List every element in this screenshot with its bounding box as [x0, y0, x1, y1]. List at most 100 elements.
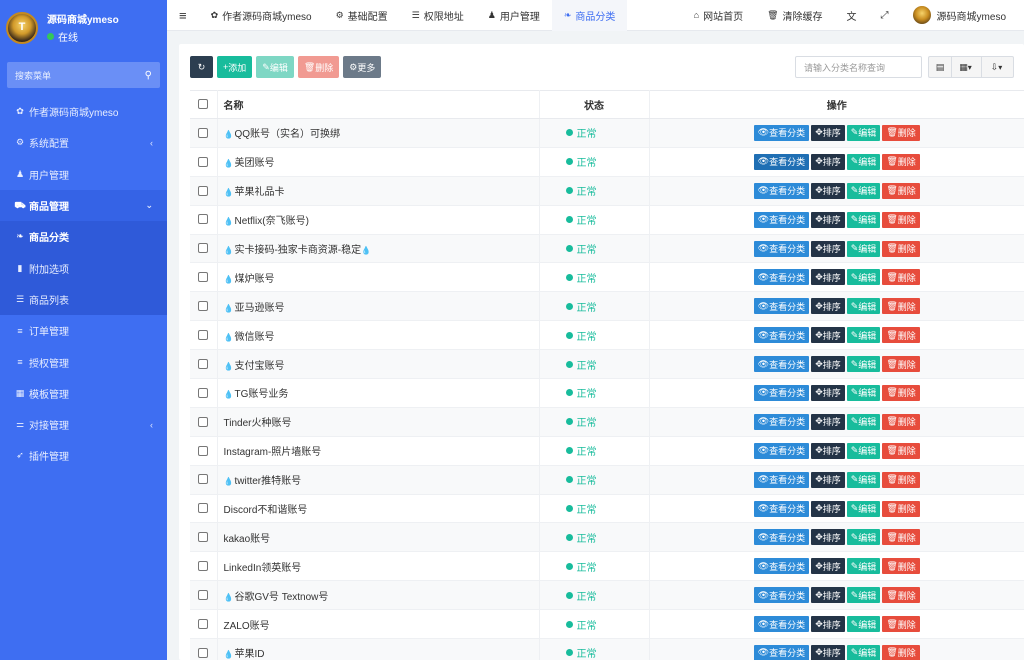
- select-all-checkbox[interactable]: [190, 90, 218, 119]
- clear-cache-button[interactable]: 🗑 清除缓存: [755, 0, 834, 31]
- view-button[interactable]: 👁 查看分类: [753, 529, 810, 546]
- table-row[interactable]: kakao账号 正常 👁 查看分类 ✥ 排序 ✎ 编辑 🗑 删除: [190, 522, 1024, 553]
- delete-button[interactable]: 🗑 删除: [882, 500, 920, 517]
- sidebar-item-6[interactable]: ☰ 商品列表: [0, 283, 167, 316]
- table-row[interactable]: LinkedIn领英账号 正常 👁 查看分类 ✥ 排序 ✎ 编辑 🗑 删除: [190, 551, 1024, 582]
- search-icon[interactable]: ⚲: [145, 70, 152, 81]
- delete-button[interactable]: 🗑 删除: [882, 356, 920, 373]
- sidebar-item-9[interactable]: ▦ 模板管理: [0, 378, 167, 409]
- row-checkbox[interactable]: [190, 522, 218, 553]
- row-checkbox[interactable]: [190, 494, 218, 524]
- row-checkbox[interactable]: [190, 205, 218, 235]
- table-row[interactable]: ZALO账号 正常 👁 查看分类 ✥ 排序 ✎ 编辑 🗑 删除: [190, 609, 1024, 640]
- fullscreen-icon[interactable]: ⤢: [869, 0, 901, 31]
- row-checkbox[interactable]: [190, 320, 218, 351]
- edit-button[interactable]: ✎ 编辑: [846, 182, 881, 199]
- view-button[interactable]: 👁 查看分类: [753, 211, 810, 228]
- sidebar-item-8[interactable]: ≡ 授权管理: [0, 346, 167, 377]
- export-icon[interactable]: ⇩ ▾: [982, 56, 1014, 78]
- delete-button[interactable]: 🗑 删除: [882, 182, 920, 199]
- row-checkbox[interactable]: [190, 349, 218, 380]
- view-button[interactable]: 👁 查看分类: [753, 471, 810, 488]
- sort-button[interactable]: ✥ 排序: [811, 616, 845, 633]
- menu-search[interactable]: 搜索菜单 ⚲: [7, 62, 160, 88]
- sort-button[interactable]: ✥ 排序: [811, 327, 845, 344]
- sidebar-item-11[interactable]: ➶ 插件管理: [0, 440, 167, 471]
- category-search-input[interactable]: 请输入分类名称查询: [795, 56, 922, 78]
- tab-0[interactable]: ✿ 作者源码商城ymeso: [199, 0, 324, 31]
- sort-button[interactable]: ✥ 排序: [811, 124, 845, 141]
- edit-button[interactable]: ✎ 编辑: [846, 644, 881, 660]
- edit-button[interactable]: ✎ 编辑: [846, 356, 881, 373]
- edit-button[interactable]: ✎ 编辑: [846, 413, 881, 430]
- sort-button[interactable]: ✥ 排序: [811, 356, 845, 373]
- delete-button[interactable]: 🗑 删除: [297, 56, 340, 78]
- delete-button[interactable]: 🗑 删除: [882, 240, 920, 257]
- row-checkbox[interactable]: [190, 551, 218, 582]
- view-button[interactable]: 👁 查看分类: [753, 182, 810, 199]
- sort-button[interactable]: ✥ 排序: [811, 211, 845, 228]
- view-button[interactable]: 👁 查看分类: [753, 384, 810, 401]
- view-button[interactable]: 👁 查看分类: [753, 616, 810, 633]
- edit-button[interactable]: ✎ 编辑: [846, 269, 881, 286]
- delete-button[interactable]: 🗑 删除: [882, 471, 920, 488]
- row-checkbox[interactable]: [190, 638, 218, 660]
- row-checkbox[interactable]: [190, 291, 218, 322]
- sidebar-item-4[interactable]: ❧ 商品分类: [0, 221, 167, 253]
- tab-4[interactable]: ❧ 商品分类: [551, 0, 628, 31]
- sort-button[interactable]: ✥ 排序: [811, 298, 845, 315]
- edit-button[interactable]: ✎ 编辑: [846, 298, 881, 315]
- view-button[interactable]: 👁 查看分类: [753, 240, 810, 257]
- sort-button[interactable]: ✥ 排序: [811, 500, 845, 517]
- sort-button[interactable]: ✥ 排序: [811, 471, 845, 488]
- delete-button[interactable]: 🗑 删除: [882, 616, 920, 633]
- table-row[interactable]: 💧Netflix(奈飞账号) 正常 👁 查看分类 ✥ 排序 ✎ 编辑 🗑 删除: [190, 205, 1024, 235]
- table-row[interactable]: 💧亚马逊账号 正常 👁 查看分类 ✥ 排序 ✎ 编辑 🗑 删除: [190, 291, 1024, 322]
- sidebar-item-7[interactable]: ≡ 订单管理: [0, 315, 167, 346]
- view-button[interactable]: 👁 查看分类: [753, 124, 810, 141]
- edit-button[interactable]: ✎ 编辑: [846, 500, 881, 517]
- add-button[interactable]: + 添加: [217, 56, 253, 78]
- row-checkbox[interactable]: [190, 234, 218, 264]
- edit-button[interactable]: ✎ 编辑: [846, 471, 881, 488]
- tab-2[interactable]: ☰ 权限地址: [400, 0, 476, 31]
- sidebar-item-0[interactable]: ✿ 作者源码商城ymeso: [0, 96, 167, 127]
- table-row[interactable]: Tinder火种账号 正常 👁 查看分类 ✥ 排序 ✎ 编辑 🗑 删除: [190, 407, 1024, 437]
- table-row[interactable]: Instagram-照片墙账号 正常 👁 查看分类 ✥ 排序 ✎ 编辑 🗑 删除: [190, 436, 1024, 466]
- sidebar-item-1[interactable]: ⚙ 系统配置 ‹: [0, 127, 167, 158]
- row-checkbox[interactable]: [190, 118, 218, 148]
- sort-button[interactable]: ✥ 排序: [811, 644, 845, 660]
- delete-button[interactable]: 🗑 删除: [882, 384, 920, 401]
- table-row[interactable]: 💧谷歌GV号 Textnow号 正常 👁 查看分类 ✥ 排序 ✎ 编辑 🗑 删除: [190, 580, 1024, 611]
- sort-button[interactable]: ✥ 排序: [811, 153, 845, 170]
- table-row[interactable]: 💧TG账号业务 正常 👁 查看分类 ✥ 排序 ✎ 编辑 🗑 删除: [190, 378, 1024, 408]
- table-row[interactable]: 💧实卡接码-独家卡商资源-稳定💧 正常 👁 查看分类 ✥ 排序 ✎ 编辑 🗑 删除: [190, 234, 1024, 264]
- table-row[interactable]: 💧苹果礼品卡 正常 👁 查看分类 ✥ 排序 ✎ 编辑 🗑 删除: [190, 176, 1024, 206]
- columns-icon[interactable]: ▦ ▾: [952, 56, 982, 78]
- edit-button[interactable]: ✎ 编辑: [846, 529, 881, 546]
- tab-1[interactable]: ⚙ 基础配置: [324, 0, 400, 31]
- delete-button[interactable]: 🗑 删除: [882, 153, 920, 170]
- delete-button[interactable]: 🗑 删除: [882, 529, 920, 546]
- view-button[interactable]: 👁 查看分类: [753, 442, 810, 459]
- sort-button[interactable]: ✥ 排序: [811, 240, 845, 257]
- sort-button[interactable]: ✥ 排序: [811, 384, 845, 401]
- row-checkbox[interactable]: [190, 465, 218, 495]
- row-checkbox[interactable]: [190, 176, 218, 206]
- sort-button[interactable]: ✥ 排序: [811, 558, 845, 575]
- row-checkbox[interactable]: [190, 580, 218, 611]
- view-button[interactable]: 👁 查看分类: [753, 413, 810, 430]
- sidebar-item-2[interactable]: ♟ 用户管理: [0, 159, 167, 190]
- sidebar-item-5[interactable]: ▮ 附加选项: [0, 252, 167, 284]
- view-button[interactable]: 👁 查看分类: [753, 269, 810, 286]
- table-row[interactable]: 💧支付宝账号 正常 👁 查看分类 ✥ 排序 ✎ 编辑 🗑 删除: [190, 349, 1024, 380]
- table-row[interactable]: 💧煤炉账号 正常 👁 查看分类 ✥ 排序 ✎ 编辑 🗑 删除: [190, 262, 1024, 293]
- edit-button[interactable]: ✎ 编辑: [846, 240, 881, 257]
- sidebar-item-10[interactable]: ⚌ 对接管理 ‹: [0, 409, 167, 440]
- view-button[interactable]: 👁 查看分类: [753, 153, 810, 170]
- header-status[interactable]: 状态: [539, 90, 650, 119]
- edit-button[interactable]: ✎ 编辑: [846, 558, 881, 575]
- edit-button[interactable]: ✎ 编辑: [846, 327, 881, 344]
- view-button[interactable]: 👁 查看分类: [753, 558, 810, 575]
- sort-button[interactable]: ✥ 排序: [811, 529, 845, 546]
